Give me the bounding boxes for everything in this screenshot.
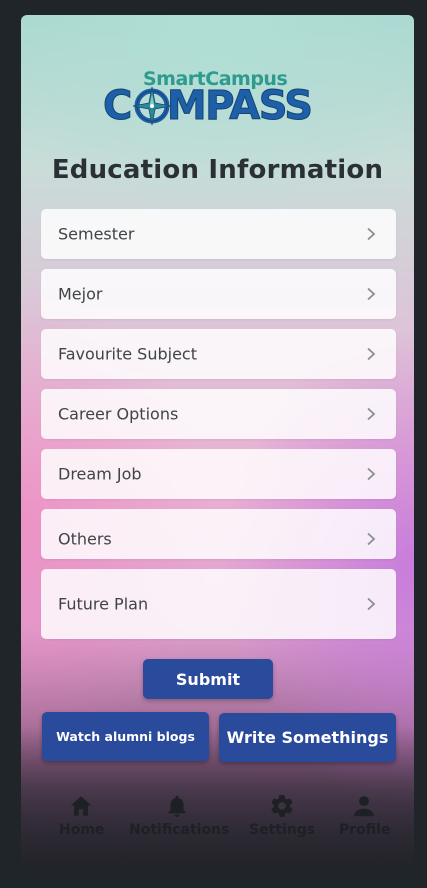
logo-letters-mpass: MPASS	[166, 83, 313, 129]
nav-item-profile[interactable]: Profile	[339, 793, 391, 838]
chevron-right-icon	[367, 532, 376, 546]
nav-label-notifications: Notifications	[129, 822, 230, 838]
field-label: Others	[58, 529, 112, 549]
field-row-dream-job[interactable]: Dream Job	[41, 449, 396, 499]
page-title: Education Information	[51, 155, 384, 185]
field-label: Future Plan	[58, 594, 149, 614]
watch-alumni-blogs-button[interactable]: Watch alumni blogs	[42, 712, 209, 761]
chevron-right-icon	[367, 347, 376, 361]
field-row-semester[interactable]: Semester	[41, 209, 396, 259]
person-icon	[354, 796, 374, 817]
app-logo: SmartCampus C MPASS	[103, 68, 317, 130]
field-label: Favourite Subject	[58, 344, 197, 364]
nav-item-settings[interactable]: Settings	[249, 793, 315, 838]
field-label: Mejor	[58, 284, 103, 304]
field-row-favourite-subject[interactable]: Favourite Subject	[41, 329, 396, 379]
nav-label-profile: Profile	[339, 822, 391, 838]
compass-icon	[132, 86, 172, 126]
logo-letter-c: C	[103, 83, 133, 129]
field-label: Career Options	[58, 404, 179, 424]
chevron-right-icon	[367, 467, 376, 481]
bottom-nav: Home Notifications Settings Profile	[21, 793, 414, 853]
field-row-major[interactable]: Mejor	[41, 269, 396, 319]
field-label: Dream Job	[58, 464, 142, 484]
field-label: Semester	[58, 224, 135, 244]
nav-item-home[interactable]: Home	[59, 793, 105, 838]
chevron-right-icon	[367, 597, 376, 611]
chevron-right-icon	[367, 227, 376, 241]
submit-button[interactable]: Submit	[143, 659, 273, 699]
home-icon	[70, 796, 92, 816]
app-screen: SmartCampus C MPASS Education Information…	[21, 15, 414, 866]
chevron-right-icon	[367, 407, 376, 421]
bell-icon	[168, 795, 186, 817]
nav-label-home: Home	[59, 822, 105, 838]
field-row-career-options[interactable]: Career Options	[41, 389, 396, 439]
write-somethings-button[interactable]: Write Somethings	[219, 713, 396, 762]
nav-label-settings: Settings	[249, 822, 316, 838]
gear-icon	[271, 795, 293, 817]
field-row-others[interactable]: Others	[41, 509, 396, 559]
chevron-right-icon	[367, 287, 376, 301]
field-row-future-plan[interactable]: Future Plan	[41, 569, 396, 639]
nav-item-notifications[interactable]: Notifications	[129, 793, 230, 838]
